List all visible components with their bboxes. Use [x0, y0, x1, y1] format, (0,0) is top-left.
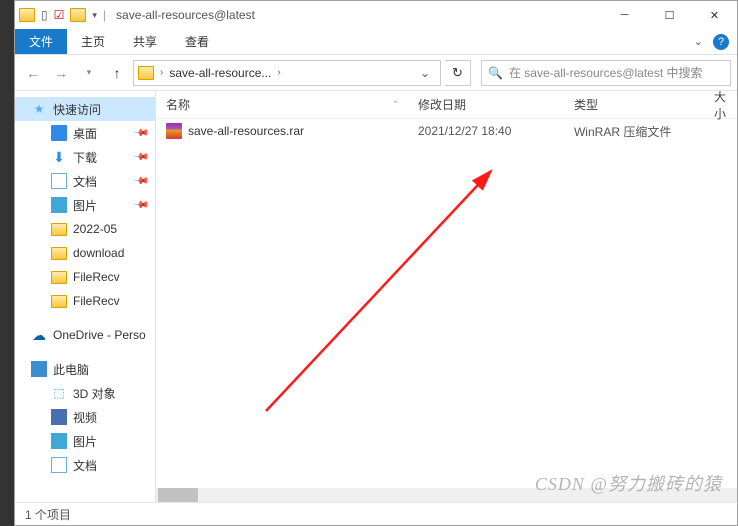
qat-pin-icon[interactable]: ▯ [41, 8, 48, 22]
help-icon[interactable]: ? [713, 34, 729, 50]
sidebar-folder-4[interactable]: FileRecv [15, 289, 155, 313]
file-type: WinRAR 压缩文件 [564, 123, 704, 140]
sidebar-folder-1[interactable]: 2022-05 [15, 217, 155, 241]
pc-icon [31, 361, 47, 377]
sidebar-videos[interactable]: 视频 [15, 405, 155, 429]
video-icon [51, 409, 67, 425]
sidebar-quick-access[interactable]: ★ 快速访问 [15, 97, 155, 121]
sidebar-folder-3[interactable]: FileRecv [15, 265, 155, 289]
tab-file[interactable]: 文件 [15, 29, 67, 54]
document-icon [51, 457, 67, 473]
column-name[interactable]: 名称ˆ [156, 96, 408, 113]
titlebar[interactable]: ▯ ☑ ▾ | save-all-resources@latest ─ ☐ ✕ [15, 1, 737, 29]
navbar: ← → ▾ ↑ › save-all-resource... › ⌄ ↻ 🔍 在… [15, 55, 737, 91]
rar-icon [166, 123, 182, 139]
qat-dropdown-icon[interactable]: ▾ [92, 10, 97, 21]
folder-icon [51, 247, 67, 260]
sidebar-documents[interactable]: 文档📌 [15, 169, 155, 193]
pin-icon: 📌 [132, 197, 149, 214]
file-rows[interactable]: save-all-resources.rar 2021/12/27 18:40 … [156, 119, 737, 504]
address-bar[interactable]: › save-all-resource... › ⌄ [133, 60, 441, 86]
nav-up-button[interactable]: ↑ [105, 61, 129, 85]
picture-icon [51, 433, 67, 449]
pin-icon: 📌 [132, 173, 149, 190]
app-folder-icon [19, 8, 35, 22]
sidebar-pictures-2[interactable]: 图片 [15, 429, 155, 453]
window-title: save-all-resources@latest [116, 8, 255, 22]
sidebar-desktop[interactable]: 桌面📌 [15, 121, 155, 145]
status-bar: 1 个项目 [14, 502, 738, 526]
download-icon: ⬇ [51, 149, 67, 165]
maximize-button[interactable]: ☐ [647, 1, 692, 29]
refresh-button[interactable]: ↻ [445, 60, 471, 86]
search-placeholder: 在 save-all-resources@latest 中搜索 [509, 64, 703, 81]
file-list-pane: 名称ˆ 修改日期 类型 大小 save-all-resources.rar 20… [156, 91, 737, 504]
minimize-button[interactable]: ─ [602, 1, 647, 29]
address-folder-icon [138, 66, 154, 80]
folder-icon [51, 271, 67, 284]
sidebar-3d-objects[interactable]: ⬚3D 对象 [15, 381, 155, 405]
folder-icon [51, 223, 67, 236]
sidebar[interactable]: ★ 快速访问 桌面📌 ⬇下载📌 文档📌 图片📌 2022-05 download… [15, 91, 156, 504]
cube-icon: ⬚ [51, 385, 67, 401]
explorer-window: ▯ ☑ ▾ | save-all-resources@latest ─ ☐ ✕ … [14, 0, 738, 505]
ribbon-tabs: 文件 主页 共享 查看 ⌄ ? [15, 29, 737, 55]
tab-view[interactable]: 查看 [171, 29, 223, 54]
sidebar-this-pc[interactable]: 此电脑 [15, 357, 155, 381]
tab-share[interactable]: 共享 [119, 29, 171, 54]
close-button[interactable]: ✕ [692, 1, 737, 29]
cloud-icon: ☁ [31, 327, 47, 343]
nav-forward-button: → [49, 61, 73, 85]
pin-icon: 📌 [132, 149, 149, 166]
column-type[interactable]: 类型 [564, 96, 704, 113]
desktop-icon [51, 125, 67, 141]
document-icon [51, 173, 67, 189]
pin-icon: 📌 [132, 125, 149, 142]
separator: | [103, 8, 106, 22]
sidebar-downloads[interactable]: ⬇下载📌 [15, 145, 155, 169]
folder-icon [51, 295, 67, 308]
address-dropdown-icon[interactable]: ⌄ [414, 66, 436, 80]
nav-recent-button[interactable]: ▾ [77, 61, 101, 85]
search-input[interactable]: 🔍 在 save-all-resources@latest 中搜索 [481, 60, 731, 86]
search-icon: 🔍 [488, 66, 503, 80]
picture-icon [51, 197, 67, 213]
watermark: CSDN @努力搬砖的猿 [535, 470, 722, 496]
column-size[interactable]: 大小 [704, 91, 737, 122]
tab-home[interactable]: 主页 [67, 29, 119, 54]
column-date[interactable]: 修改日期 [408, 96, 564, 113]
sidebar-folder-2[interactable]: download [15, 241, 155, 265]
breadcrumb[interactable]: save-all-resource... [169, 66, 271, 80]
item-count: 1 个项目 [25, 506, 71, 523]
ribbon-expand-icon[interactable]: ⌄ [694, 35, 703, 48]
sidebar-pictures[interactable]: 图片📌 [15, 193, 155, 217]
file-date: 2021/12/27 18:40 [408, 124, 564, 138]
chevron-right-icon[interactable]: › [160, 67, 163, 78]
star-icon: ★ [31, 101, 47, 117]
chevron-right-icon[interactable]: › [277, 67, 280, 78]
column-headers: 名称ˆ 修改日期 类型 大小 [156, 91, 737, 119]
file-row[interactable]: save-all-resources.rar 2021/12/27 18:40 … [156, 119, 737, 143]
nav-back-button[interactable]: ← [21, 61, 45, 85]
sidebar-onedrive[interactable]: ☁OneDrive - Perso [15, 323, 155, 347]
sidebar-label: 快速访问 [53, 101, 101, 118]
file-name: save-all-resources.rar [188, 124, 304, 138]
qat-checkbox-icon[interactable]: ☑ [54, 8, 65, 22]
sort-asc-icon: ˆ [394, 100, 397, 110]
sidebar-documents-2[interactable]: 文档 [15, 453, 155, 477]
qat-folder-icon[interactable] [70, 8, 86, 22]
